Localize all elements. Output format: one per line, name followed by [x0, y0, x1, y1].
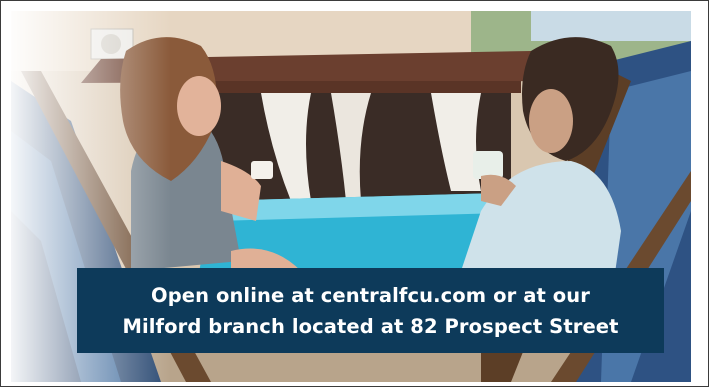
- promo-caption-banner: Open online at centralfcu.com or at our …: [77, 268, 664, 353]
- ad-frame: Open online at centralfcu.com or at our …: [0, 0, 709, 387]
- caption-line-2: Milford branch located at 82 Prospect St…: [122, 314, 619, 338]
- caption-line-1: Open online at centralfcu.com or at our: [151, 283, 590, 307]
